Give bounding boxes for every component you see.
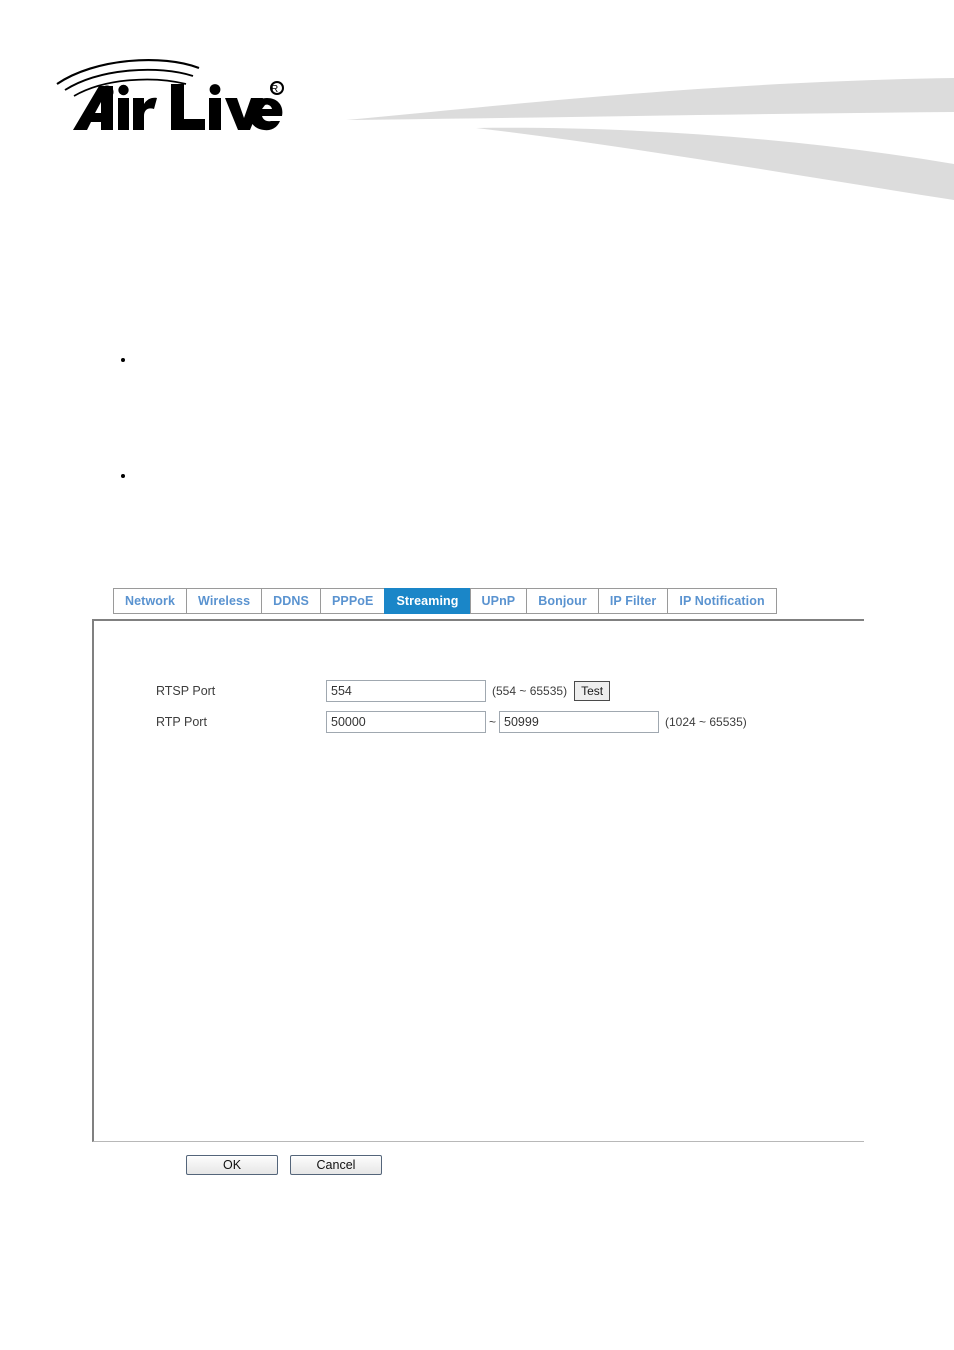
rtsp-port-range-hint: (554 ~ 65535) — [492, 683, 568, 698]
page-header: R — [0, 0, 954, 200]
rtp-port-row: RTP Port ~ (1024 ~ 65535) — [156, 706, 747, 737]
ok-button[interactable]: OK — [186, 1155, 278, 1175]
rtsp-port-input[interactable] — [326, 679, 486, 702]
rtp-port-start-input[interactable] — [326, 710, 486, 733]
streaming-form: RTSP Port (554 ~ 65535) Test RTP Port ~ … — [156, 675, 747, 737]
tab-upnp[interactable]: UPnP — [469, 588, 527, 614]
svg-text:R: R — [271, 84, 278, 95]
tab-streaming[interactable]: Streaming — [384, 588, 470, 614]
intro-bullet-list — [96, 352, 836, 584]
form-action-buttons: OK Cancel — [186, 1155, 382, 1175]
rtsp-port-row: RTSP Port (554 ~ 65535) Test — [156, 675, 747, 706]
tab-network[interactable]: Network — [113, 588, 187, 614]
streaming-settings-panel: RTSP Port (554 ~ 65535) Test RTP Port ~ … — [92, 619, 864, 1142]
list-item — [136, 468, 836, 484]
rtsp-port-label: RTSP Port — [156, 683, 216, 698]
test-button[interactable]: Test — [574, 680, 611, 701]
rtp-port-range-hint: (1024 ~ 65535) — [665, 714, 747, 729]
list-item — [136, 352, 836, 368]
tab-wireless[interactable]: Wireless — [186, 588, 262, 614]
rtp-port-label: RTP Port — [156, 714, 207, 729]
tab-ip-filter[interactable]: IP Filter — [597, 588, 668, 614]
header-swoosh-graphic — [330, 68, 954, 200]
tab-ip-notification[interactable]: IP Notification — [667, 588, 777, 614]
airlive-logo: R — [55, 52, 295, 132]
tab-pppoe[interactable]: PPPoE — [319, 588, 385, 614]
rtp-port-range-separator: ~ — [489, 714, 497, 729]
settings-tab-bar[interactable]: Network Wireless DDNS PPPoE Streaming UP… — [113, 588, 777, 614]
tab-ddns[interactable]: DDNS — [261, 588, 320, 614]
cancel-button[interactable]: Cancel — [290, 1155, 382, 1175]
rtp-port-end-input[interactable] — [499, 710, 660, 733]
tab-bonjour[interactable]: Bonjour — [526, 588, 598, 614]
